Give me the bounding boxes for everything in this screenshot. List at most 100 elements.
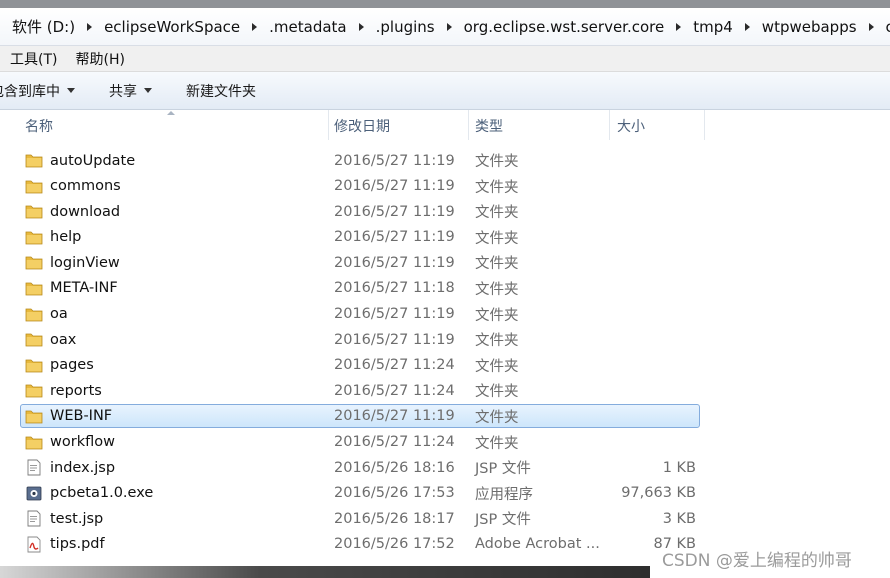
file-size: [600, 250, 696, 275]
file-modified-date: 2016/5/27 11:24: [334, 434, 455, 451]
file-type: 文件夹: [475, 256, 519, 273]
file-row[interactable]: commons 2016/5/27 11:19 文件夹: [0, 174, 890, 200]
file-modified-date: 2016/5/26 18:17: [334, 510, 455, 527]
address-breadcrumb[interactable]: 软件 (D:) eclipseWorkSpace .metadata .plugins…: [0, 8, 890, 46]
jsp-file-icon: [25, 459, 43, 476]
watermark-text: CSDN @爱上编程的帅哥: [662, 551, 852, 571]
file-size: [600, 353, 696, 378]
file-type: 文件夹: [475, 358, 519, 375]
column-header-size[interactable]: 大小: [617, 110, 705, 142]
breadcrumb-chevron-icon[interactable]: [446, 22, 452, 31]
file-size: [600, 199, 696, 224]
file-row[interactable]: pcbeta1.0.exe 2016/5/26 17:53 应用程序 97,663 K…: [0, 481, 890, 507]
file-modified-date: 2016/5/27 11:19: [334, 229, 455, 246]
column-date-label: 修改日期: [334, 119, 390, 135]
file-size: 1 KB: [662, 459, 696, 476]
share-label: 共享: [109, 83, 137, 100]
file-modified-date: 2016/5/27 11:19: [334, 254, 455, 271]
file-size: [600, 378, 696, 403]
column-size-label: 大小: [617, 119, 645, 135]
breadcrumb-chevron-icon[interactable]: [358, 22, 364, 31]
breadcrumb-item[interactable]: 软件 (D:): [12, 16, 75, 37]
breadcrumb-item[interactable]: org.eclipse.wst.server.core: [464, 18, 665, 36]
file-row[interactable]: oa 2016/5/27 11:19 文件夹: [0, 302, 890, 328]
file-name: download: [50, 203, 121, 220]
command-toolbar: 包含到库中 共享 新建文件夹: [0, 72, 890, 110]
file-row[interactable]: index.jsp 2016/5/26 18:16 JSP 文件 1 KB: [0, 455, 890, 481]
breadcrumb-item[interactable]: tmp4: [693, 18, 733, 36]
file-type: 文件夹: [475, 409, 519, 426]
breadcrumb-item[interactable]: ccegp: [886, 18, 890, 36]
window-frame-top: [0, 0, 890, 8]
folder-icon: [25, 331, 43, 348]
menu-bar: 工具(T) 帮助(H): [0, 46, 890, 72]
file-size: [600, 430, 696, 455]
file-list: autoUpdate 2016/5/27 11:19 文件夹 commons 2016/…: [0, 148, 890, 558]
breadcrumb-chevron-icon[interactable]: [676, 22, 682, 31]
breadcrumb-chevron-icon[interactable]: [868, 22, 874, 31]
file-row[interactable]: test.jsp 2016/5/26 18:17 JSP 文件 3 KB: [0, 506, 890, 532]
file-modified-date: 2016/5/26 17:53: [334, 485, 455, 502]
file-type: Adobe Acrobat ...: [475, 536, 600, 553]
column-divider[interactable]: [468, 110, 469, 140]
new-folder-button[interactable]: 新建文件夹: [182, 78, 260, 104]
folder-icon: [25, 152, 43, 169]
file-row[interactable]: download 2016/5/27 11:19 文件夹: [0, 199, 890, 225]
column-header-name[interactable]: 名称: [25, 110, 330, 142]
file-type: 文件夹: [475, 333, 519, 350]
taskbar-strip: [0, 566, 650, 578]
column-divider[interactable]: [328, 110, 329, 140]
file-row[interactable]: oax 2016/5/27 11:19 文件夹: [0, 327, 890, 353]
jsp-file-icon: [25, 510, 43, 527]
folder-icon: [25, 382, 43, 399]
file-size: [600, 148, 696, 173]
breadcrumb-chevron-icon[interactable]: [87, 22, 93, 31]
breadcrumb-chevron-icon[interactable]: [744, 22, 750, 31]
file-size: [600, 174, 696, 199]
file-type: JSP 文件: [475, 461, 531, 478]
dropdown-arrow-icon: [144, 88, 152, 93]
include-in-library-label: 包含到库中: [0, 83, 60, 100]
file-row[interactable]: autoUpdate 2016/5/27 11:19 文件夹: [0, 148, 890, 174]
column-type-label: 类型: [475, 119, 503, 135]
breadcrumb-chevron-icon[interactable]: [252, 22, 258, 31]
breadcrumb-item[interactable]: wtpwebapps: [762, 18, 857, 36]
file-name: test.jsp: [50, 510, 104, 527]
file-type: 文件夹: [475, 281, 519, 298]
file-modified-date: 2016/5/26 18:16: [334, 459, 455, 476]
file-name: autoUpdate: [50, 152, 136, 169]
file-row[interactable]: pages 2016/5/27 11:24 文件夹: [0, 353, 890, 379]
file-row[interactable]: loginView 2016/5/27 11:19 文件夹: [0, 250, 890, 276]
column-header-date[interactable]: 修改日期: [334, 110, 468, 142]
file-type: 应用程序: [475, 486, 533, 503]
file-size: 3 KB: [662, 510, 696, 527]
file-modified-date: 2016/5/26 17:52: [334, 536, 455, 553]
file-row[interactable]: workflow 2016/5/27 11:24 文件夹: [0, 430, 890, 456]
share-button[interactable]: 共享: [105, 78, 156, 104]
file-row[interactable]: help 2016/5/27 11:19 文件夹: [0, 225, 890, 251]
menu-help[interactable]: 帮助(H): [67, 47, 132, 71]
file-type: 文件夹: [475, 154, 519, 170]
file-row[interactable]: reports 2016/5/27 11:24 文件夹: [0, 378, 890, 404]
column-header-row: 名称 修改日期 类型 大小: [0, 110, 890, 142]
breadcrumb-item[interactable]: .plugins: [376, 18, 435, 36]
file-size: [600, 302, 696, 327]
breadcrumb-item[interactable]: .metadata: [269, 18, 346, 36]
file-row[interactable]: WEB-INF 2016/5/27 11:19 文件夹: [0, 403, 890, 430]
folder-icon: [25, 254, 43, 271]
column-name-label: 名称: [25, 119, 53, 135]
include-in-library-button[interactable]: 包含到库中: [0, 78, 79, 104]
menu-tools[interactable]: 工具(T): [2, 47, 65, 71]
folder-icon: [25, 434, 43, 451]
file-row[interactable]: META-INF 2016/5/27 11:18 文件夹: [0, 276, 890, 302]
file-type: 文件夹: [475, 179, 519, 196]
breadcrumb-item[interactable]: eclipseWorkSpace: [104, 18, 240, 36]
column-divider[interactable]: [609, 110, 610, 140]
new-folder-label: 新建文件夹: [186, 83, 256, 100]
column-divider[interactable]: [704, 110, 705, 140]
file-name: pages: [50, 357, 94, 374]
column-header-type[interactable]: 类型: [475, 110, 609, 142]
file-modified-date: 2016/5/27 11:19: [334, 152, 455, 169]
pdf-file-icon: [25, 536, 43, 553]
file-modified-date: 2016/5/27 11:19: [334, 178, 455, 195]
